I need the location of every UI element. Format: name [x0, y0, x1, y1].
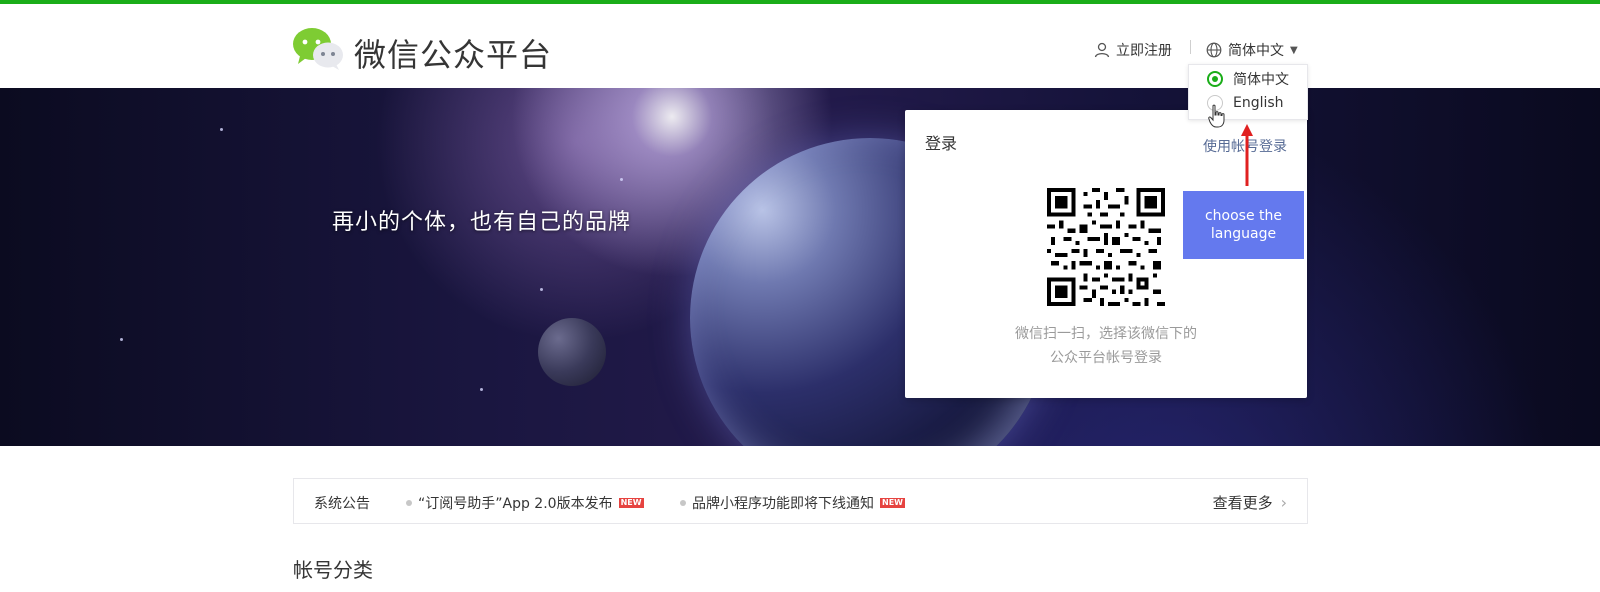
star-decoration — [120, 338, 123, 341]
announcement-item[interactable]: 品牌小程序功能即将下线通知 NEW — [680, 493, 905, 513]
language-switcher[interactable]: 简体中文 ▼ — [1206, 40, 1298, 60]
qr-code-icon — [1047, 188, 1165, 306]
header-divider — [1190, 40, 1191, 54]
announcement-item[interactable]: “订阅号助手”App 2.0版本发布 NEW — [406, 493, 644, 513]
star-decoration — [540, 288, 543, 291]
qr-hint-line-1: 微信扫一扫，选择该微信下的 — [1015, 326, 1197, 342]
qr-hint-line-2: 公众平台帐号登录 — [1050, 350, 1162, 366]
brand-title: 微信公众平台 — [354, 36, 553, 74]
login-title: 登录 — [925, 134, 958, 153]
new-badge: NEW — [880, 498, 905, 508]
chevron-right-icon: › — [1280, 493, 1287, 512]
star-decoration — [480, 388, 483, 391]
announcement-bar: 系统公告 “订阅号助手”App 2.0版本发布 NEW 品牌小程序功能即将下线通… — [293, 478, 1308, 524]
language-current-label: 简体中文 — [1228, 43, 1284, 59]
moon-image — [538, 318, 606, 386]
announcement-text: 品牌小程序功能即将下线通知 — [692, 496, 874, 512]
hero-banner: 再小的个体，也有自己的品牌 — [0, 88, 1600, 446]
bullet-icon — [680, 500, 686, 506]
new-badge: NEW — [618, 498, 644, 508]
star-decoration — [620, 178, 623, 181]
qr-hint: 微信扫一扫，选择该微信下的 公众平台帐号登录 — [905, 322, 1307, 370]
view-more-label: 查看更多 — [1212, 494, 1273, 512]
announcement-label: 系统公告 — [314, 496, 370, 512]
header: 微信公众平台 立即注册 简体中文 ▼ — [0, 4, 1600, 88]
view-more-link[interactable]: 查看更多 › — [1213, 492, 1287, 513]
star-decoration — [220, 128, 223, 131]
register-link[interactable]: 立即注册 — [1094, 40, 1172, 60]
register-label: 立即注册 — [1116, 43, 1172, 59]
radio-selected-icon — [1207, 71, 1223, 87]
user-icon — [1094, 42, 1110, 58]
section-title: 帐号分类 — [293, 558, 373, 582]
wechat-logo-icon[interactable] — [292, 26, 344, 70]
language-hint-tooltip: choose the language — [1183, 191, 1304, 259]
language-option-zh[interactable]: 简体中文 — [1207, 69, 1289, 89]
hand-pointer-cursor-icon — [1208, 104, 1225, 128]
language-dropdown: 简体中文 English — [1188, 64, 1308, 120]
tooltip-text: choose the language — [1204, 208, 1283, 242]
caret-down-icon: ▼ — [1290, 44, 1298, 56]
red-arrow-icon — [1241, 124, 1253, 186]
bullet-icon — [406, 500, 412, 506]
globe-icon — [1206, 42, 1222, 58]
announcement-text: “订阅号助手”App 2.0版本发布 — [418, 496, 613, 512]
language-option-label: 简体中文 — [1233, 72, 1289, 88]
language-option-label: English — [1233, 95, 1284, 111]
banner-slogan: 再小的个体，也有自己的品牌 — [332, 210, 632, 235]
